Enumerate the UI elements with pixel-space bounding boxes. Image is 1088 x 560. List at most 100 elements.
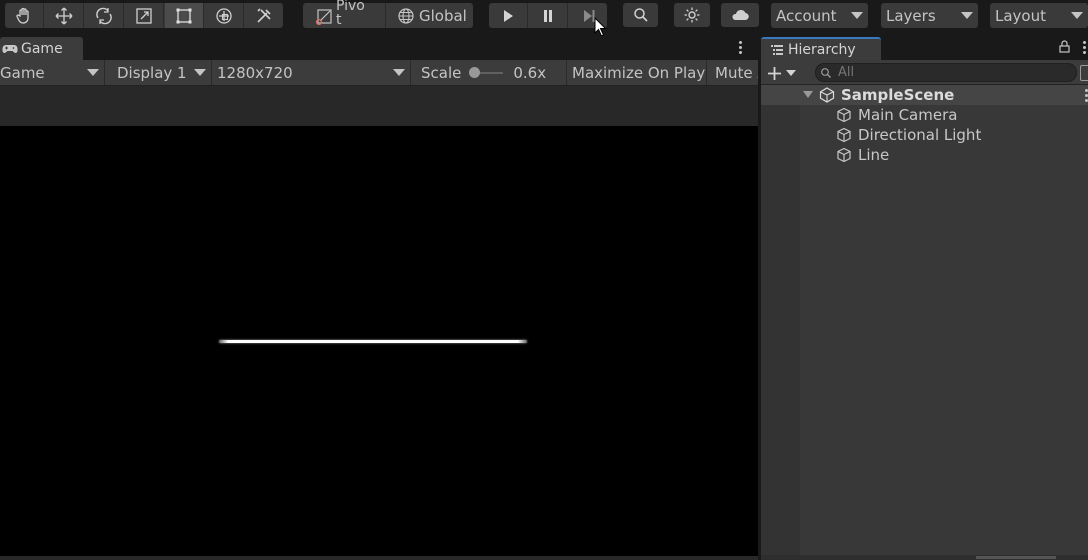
game-panel-menu-icon[interactable] — [739, 41, 743, 56]
rotate-icon — [96, 7, 112, 24]
hierarchy-tabbar: Hierarchy — [761, 34, 1088, 60]
game-tabbar: Game — [0, 34, 758, 60]
pivot-label: Pivo t — [336, 0, 365, 27]
scale-slider[interactable] — [469, 66, 505, 80]
hierarchy-item-directional-light[interactable]: Directional Light — [761, 125, 1088, 145]
search-icon — [821, 67, 831, 78]
maximize-label: Maximize On Play — [572, 63, 706, 82]
scrollbar-thumb[interactable] — [976, 556, 1056, 559]
game-view-toolbar: Game Display 1 1280x720 Scale 0.6x Maxim… — [0, 60, 758, 86]
scale-control: Scale 0.6x — [411, 60, 567, 85]
maximize-on-play-toggle[interactable]: Maximize On Play — [567, 60, 707, 85]
cloud-button[interactable] — [721, 3, 759, 27]
tab-game[interactable]: Game — [0, 37, 83, 60]
rendered-line — [219, 340, 527, 343]
play-icon — [504, 9, 513, 22]
hierarchy-tree: SampleScene Main Camera Directional Ligh… — [761, 85, 1088, 555]
hierarchy-menu-icon[interactable] — [1083, 41, 1087, 56]
unity-scene-icon — [819, 87, 835, 103]
mouse-cursor-icon — [594, 17, 607, 37]
lock-icon[interactable] — [1059, 40, 1070, 53]
search-icon — [633, 8, 648, 22]
rect-tool-button[interactable] — [165, 3, 204, 28]
search-button[interactable] — [623, 3, 658, 27]
hierarchy-search[interactable] — [815, 63, 1077, 82]
rect-transform-icon — [176, 8, 192, 23]
play-button[interactable] — [489, 3, 528, 28]
layout-dropdown[interactable]: Layout — [990, 3, 1088, 28]
gameobject-cube-icon — [837, 147, 851, 163]
hierarchy-item-line[interactable]: Line — [761, 145, 1088, 165]
hierarchy-toolbar — [761, 60, 1088, 85]
object-name: Directional Light — [858, 126, 982, 144]
global-toggle-button[interactable]: Global — [387, 3, 473, 28]
collab-button[interactable] — [674, 3, 710, 27]
main-toolbar: Pivo t Global Account Layers Layout — [0, 0, 1088, 34]
hierarchy-item-main-camera[interactable]: Main Camera — [761, 105, 1088, 125]
hand-icon — [16, 7, 29, 24]
move-icon — [55, 7, 73, 24]
chevron-down-icon — [393, 69, 405, 76]
mute-label: Mute A — [715, 63, 758, 82]
cloud-icon — [732, 9, 749, 21]
scale-slider-handle[interactable] — [469, 66, 481, 78]
account-label: Account — [776, 6, 837, 25]
scale-icon — [136, 7, 152, 24]
move-tool-button[interactable] — [45, 3, 84, 28]
transform-icon — [216, 7, 232, 24]
pause-icon — [544, 9, 552, 22]
game-panel: Game Game Display 1 1280x720 Scale 0.6x … — [0, 34, 758, 560]
chevron-down-icon — [1071, 12, 1083, 19]
globe-icon — [398, 7, 414, 24]
hierarchy-panel: Hierarchy SampleScene Main Camera D — [761, 34, 1088, 560]
search-filter-button[interactable] — [1080, 65, 1088, 81]
mute-audio-toggle[interactable]: Mute A — [707, 60, 758, 85]
scene-row[interactable]: SampleScene — [761, 85, 1088, 105]
chevron-down-icon — [851, 12, 863, 19]
chevron-down-icon — [194, 69, 206, 76]
gameobject-cube-icon — [837, 127, 851, 143]
view-mode-label: Game — [0, 63, 45, 82]
hierarchy-search-input[interactable] — [838, 65, 1038, 80]
chevron-down-icon — [961, 12, 973, 19]
custom-tool-button[interactable] — [245, 3, 283, 28]
rotate-tool-button[interactable] — [85, 3, 124, 28]
game-tab-label: Game — [21, 40, 63, 57]
view-mode-dropdown[interactable]: Game — [0, 60, 105, 85]
resolution-dropdown[interactable]: 1280x720 — [212, 60, 411, 85]
hand-tool-button[interactable] — [5, 3, 44, 28]
transform-tool-button[interactable] — [205, 3, 244, 28]
pause-button[interactable] — [529, 3, 568, 28]
layers-label: Layers — [886, 6, 936, 25]
sun-settings-icon — [684, 7, 700, 23]
pivot-label-line2: t — [336, 12, 342, 28]
chevron-down-icon — [786, 69, 796, 76]
pivot-global-group: Pivo t Global — [303, 0, 473, 28]
display-label: Display 1 — [117, 63, 187, 82]
tab-hierarchy[interactable]: Hierarchy — [761, 37, 881, 60]
layout-label: Layout — [995, 6, 1046, 25]
playmode-controls — [489, 3, 607, 28]
scene-name: SampleScene — [841, 86, 955, 104]
gamepad-icon — [2, 44, 18, 53]
hierarchy-tab-label: Hierarchy — [788, 41, 856, 58]
chevron-down-icon — [87, 69, 99, 76]
display-dropdown[interactable]: Display 1 — [105, 60, 212, 85]
custom-tools-icon — [257, 7, 271, 23]
transform-tools-group — [5, 3, 283, 28]
scale-tool-button[interactable] — [125, 3, 164, 28]
object-name: Main Camera — [858, 106, 958, 124]
pivot-icon — [315, 9, 332, 26]
create-button[interactable] — [767, 64, 801, 82]
pivot-toggle-button[interactable]: Pivo t — [303, 0, 386, 28]
hierarchy-horizontal-scrollbar[interactable] — [761, 555, 1088, 560]
scale-label: Scale — [421, 63, 462, 82]
expand-arrow-icon[interactable] — [803, 91, 813, 99]
game-view-bottom-border — [0, 556, 758, 560]
scale-value: 0.6x — [513, 63, 547, 82]
game-view-canvas[interactable] — [0, 126, 758, 556]
account-dropdown[interactable]: Account — [771, 3, 868, 28]
game-view-letterbox — [0, 86, 758, 126]
gameobject-cube-icon — [837, 107, 851, 123]
layers-dropdown[interactable]: Layers — [881, 3, 978, 28]
